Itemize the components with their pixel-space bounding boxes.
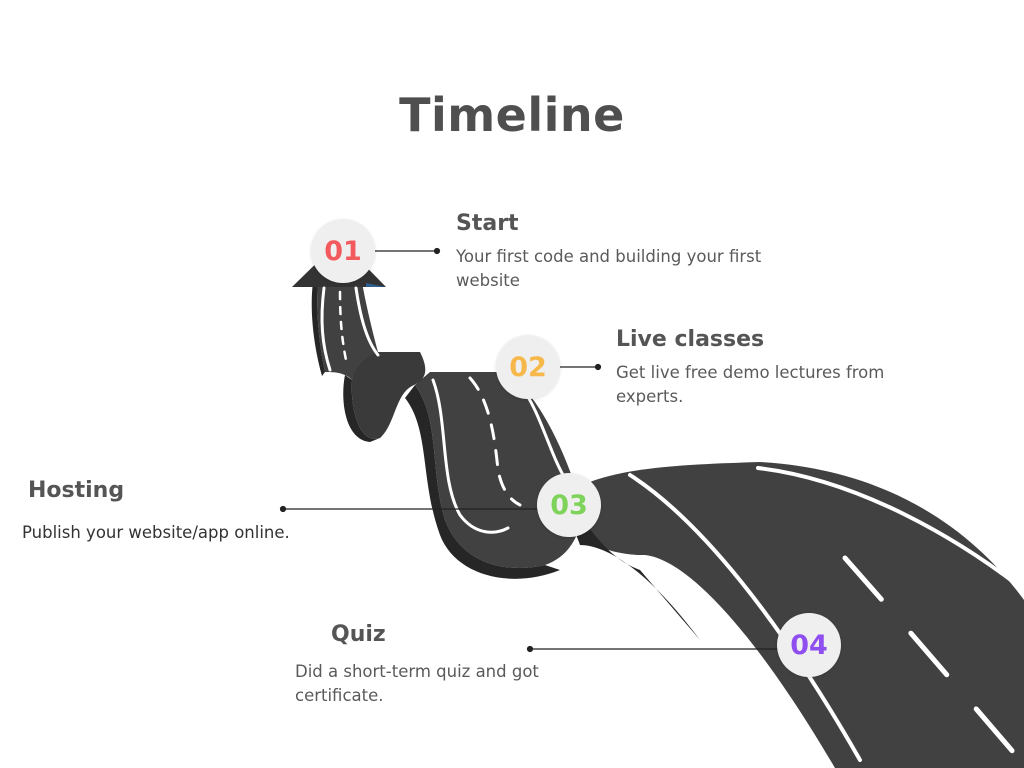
milestone-number-02: 02 bbox=[509, 351, 547, 383]
milestone-marker-03: 03 bbox=[537, 473, 601, 537]
milestone-marker-02: 02 bbox=[496, 335, 560, 399]
milestone-label-start: Start bbox=[456, 211, 519, 236]
page-title: Timeline bbox=[399, 88, 625, 142]
milestone-number-03: 03 bbox=[550, 489, 588, 521]
milestone-description-start: Your first code and building your first … bbox=[456, 247, 762, 290]
milestone-number-04: 04 bbox=[790, 629, 828, 661]
connector-dot-02 bbox=[594, 363, 602, 371]
milestone-description-hosting: Publish your website/app online. bbox=[22, 523, 290, 542]
milestone-label-hosting: Hosting bbox=[28, 478, 125, 503]
connector-dot-03 bbox=[279, 505, 287, 513]
milestone-number-01: 01 bbox=[324, 235, 362, 267]
milestone-marker-01: 01 bbox=[311, 219, 375, 283]
milestone-description-live-classes: Get live free demo lectures from experts… bbox=[616, 363, 885, 406]
milestone-marker-04: 04 bbox=[777, 613, 841, 677]
milestone-description-quiz: Did a short-term quiz and got certificat… bbox=[295, 662, 539, 705]
milestone-label-live-classes: Live classes bbox=[616, 327, 765, 352]
milestone-label-quiz: Quiz bbox=[331, 622, 386, 647]
connector-dot-01 bbox=[433, 247, 441, 255]
connector-dot-04 bbox=[526, 645, 534, 653]
